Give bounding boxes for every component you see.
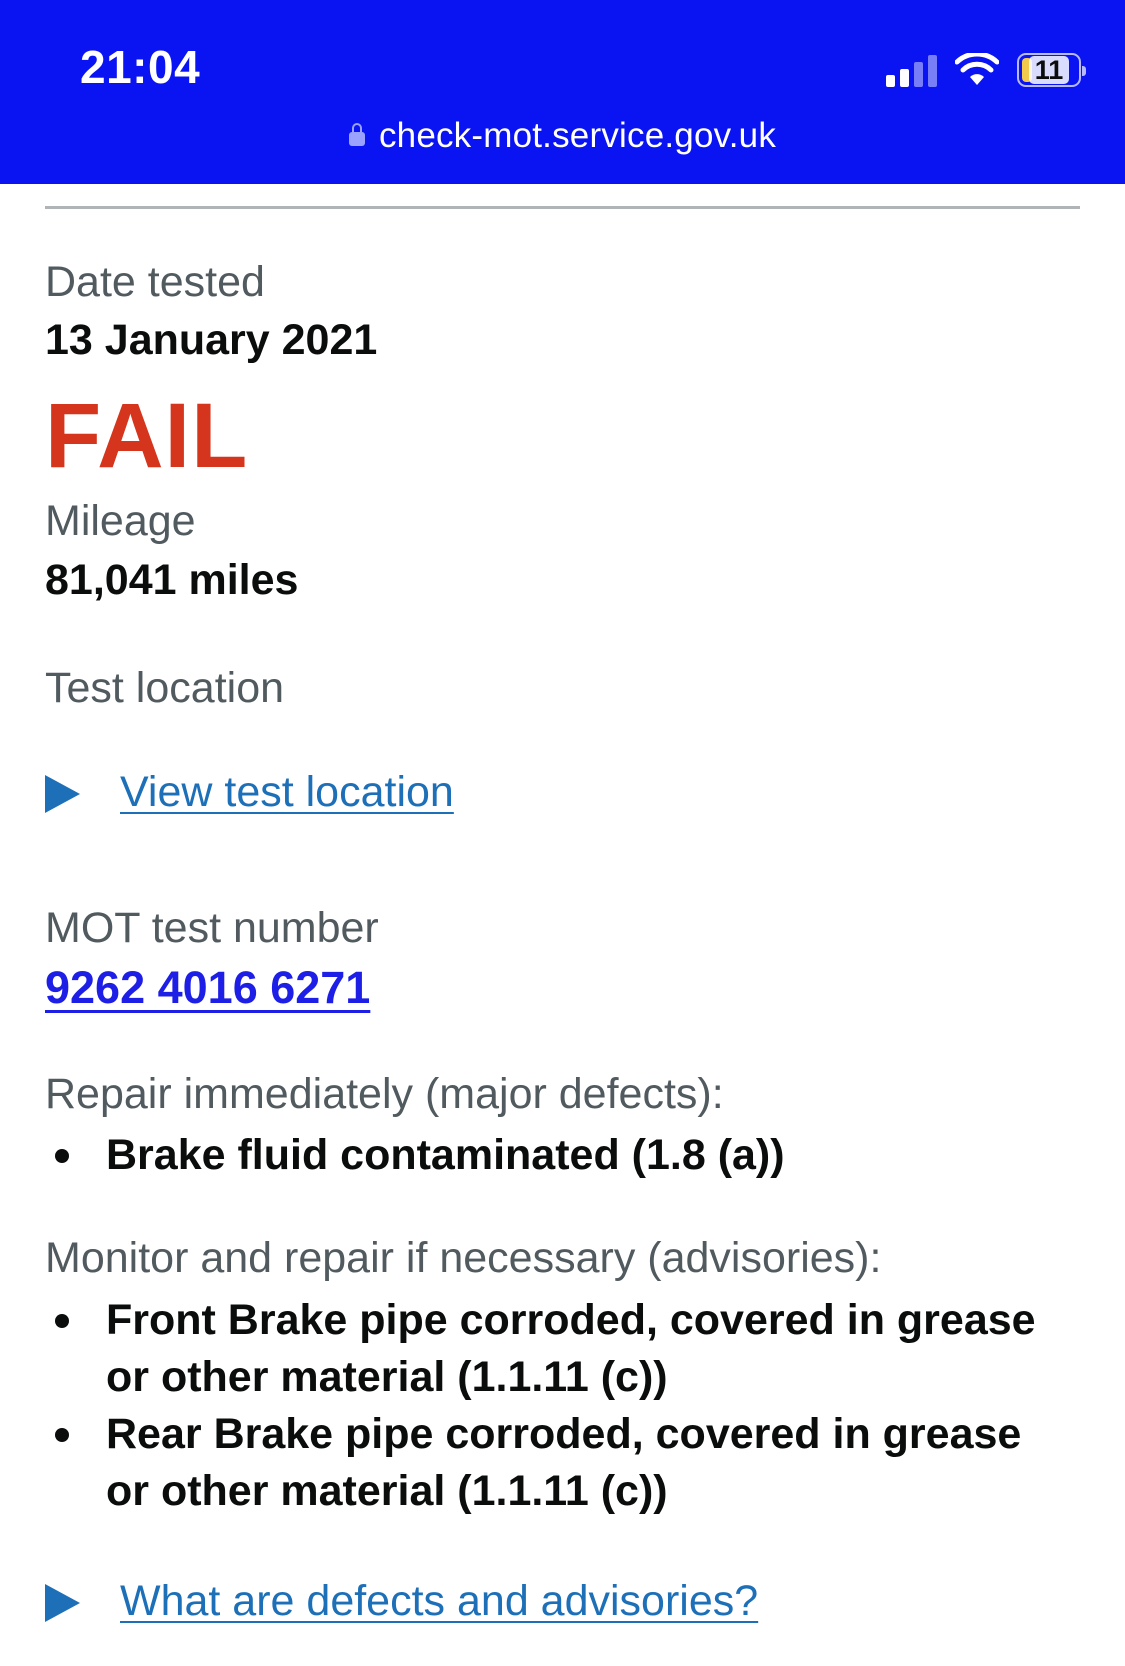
lock-icon — [348, 123, 365, 146]
address-bar[interactable]: check-mot.service.gov.uk — [0, 116, 1125, 156]
mot-test-number-label: MOT test number — [45, 904, 379, 952]
advisories-label: Monitor and repair if necessary (advisor… — [45, 1234, 882, 1282]
mileage-value: 81,041 miles — [45, 556, 299, 604]
major-defects-list: Brake fluid contaminated (1.8 (a)) — [45, 1127, 1075, 1184]
major-defects-label: Repair immediately (major defects): — [45, 1070, 724, 1118]
browser-status-bar: 21:04 11 check-mot.service.gov.uk — [0, 0, 1125, 184]
battery-level: 11 — [1028, 56, 1070, 84]
test-location-label: Test location — [45, 664, 285, 712]
section-divider — [45, 206, 1080, 209]
wifi-icon — [955, 53, 999, 85]
list-item: Front Brake pipe corroded, covered in gr… — [45, 1292, 1075, 1406]
mileage-label: Mileage — [45, 497, 196, 545]
list-item: Rear Brake pipe corroded, covered in gre… — [45, 1406, 1075, 1520]
url-text: check-mot.service.gov.uk — [378, 116, 777, 155]
cellular-signal-icon — [886, 53, 937, 87]
date-tested-label: Date tested — [45, 258, 265, 306]
expand-triangle-icon[interactable] — [45, 775, 80, 813]
defects-advisories-help-link[interactable]: What are defects and advisories? — [120, 1577, 758, 1626]
clock-time: 21:04 — [80, 41, 201, 93]
battery-icon: 11 — [1017, 53, 1086, 87]
expand-triangle-icon[interactable] — [45, 1584, 80, 1622]
status-icons: 11 — [886, 48, 1086, 92]
date-tested-value: 13 January 2021 — [45, 316, 378, 364]
advisories-list: Front Brake pipe corroded, covered in gr… — [45, 1292, 1075, 1520]
list-item: Brake fluid contaminated (1.8 (a)) — [45, 1127, 1075, 1184]
test-result-status: FAIL — [45, 385, 249, 487]
mot-test-number-link[interactable]: 9262 4016 6271 — [45, 962, 370, 1014]
view-test-location-link[interactable]: View test location — [120, 768, 454, 817]
